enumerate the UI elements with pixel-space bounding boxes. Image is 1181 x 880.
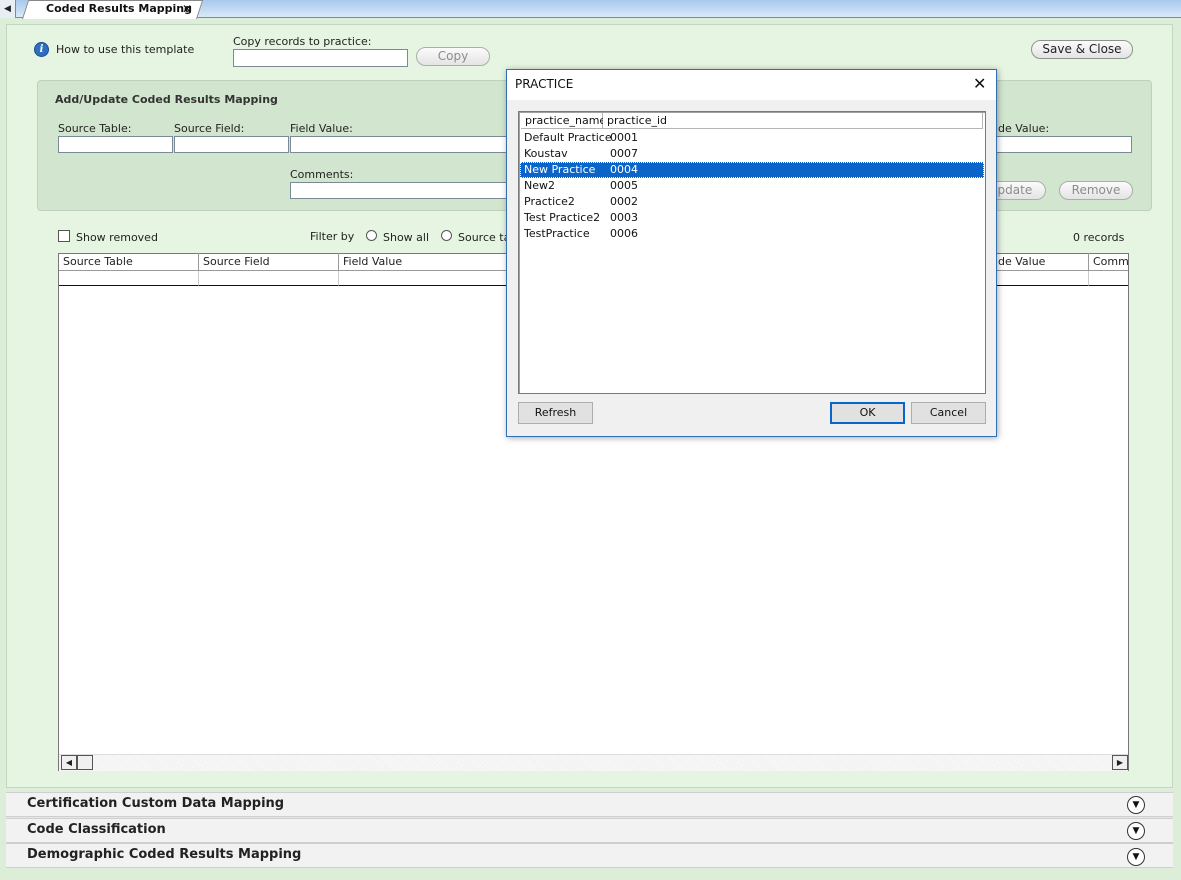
expand-icon[interactable]: ▼ [1127, 822, 1145, 840]
column-header-code-value[interactable]: de Value [994, 253, 1089, 271]
scroll-thumb[interactable] [77, 755, 93, 770]
dialog-title: PRACTICE [515, 77, 574, 91]
list-item[interactable]: Practice2 0002 [520, 194, 984, 210]
list-header-practice-id[interactable]: practice_id [603, 113, 983, 129]
expand-icon[interactable]: ▼ [1127, 796, 1145, 814]
list-item[interactable]: New2 0005 [520, 178, 984, 194]
dialog-close-icon[interactable]: ✕ [973, 74, 986, 93]
source-table-input[interactable] [58, 136, 173, 153]
how-to-link[interactable]: How to use this template [56, 43, 194, 56]
copy-button[interactable]: Copy [416, 47, 490, 66]
practice-id: 0002 [610, 195, 638, 208]
copy-records-label: Copy records to practice: [233, 35, 372, 48]
practice-id: 0006 [610, 227, 638, 240]
column-header-source-field[interactable]: Source Field [199, 253, 339, 271]
practice-name: New2 [524, 179, 555, 192]
column-header-field-value[interactable]: Field Value [339, 253, 509, 271]
comments-label: Comments: [290, 168, 354, 181]
remove-button[interactable]: Remove [1059, 181, 1133, 200]
grid-filter-cell[interactable] [199, 271, 339, 286]
accordion-title[interactable]: Certification Custom Data Mapping [27, 796, 284, 811]
code-value-input[interactable] [996, 136, 1132, 153]
add-update-title: Add/Update Coded Results Mapping [55, 93, 278, 106]
refresh-button[interactable]: Refresh [518, 402, 593, 424]
source-table-filter-label: Source ta [458, 231, 511, 244]
practice-name: Practice2 [524, 195, 575, 208]
field-value-label: Field Value: [290, 122, 353, 135]
practice-name: Default Practice [524, 131, 612, 144]
practice-id: 0004 [610, 163, 638, 176]
practice-id: 0005 [610, 179, 638, 192]
copy-practice-input[interactable] [233, 49, 408, 67]
grid-filter-cell[interactable] [59, 271, 199, 286]
info-icon[interactable]: i [34, 42, 49, 57]
source-field-input[interactable] [174, 136, 289, 153]
column-header-source-table[interactable]: Source Table [59, 253, 199, 271]
list-item[interactable]: New Practice 0004 [520, 162, 984, 178]
source-table-label: Source Table: [58, 122, 132, 135]
show-all-radio[interactable] [366, 230, 377, 241]
scroll-left-icon[interactable]: ◀ [61, 755, 77, 770]
show-removed-checkbox[interactable] [58, 230, 70, 242]
save-close-button[interactable]: Save & Close [1031, 40, 1133, 59]
expand-icon[interactable]: ▼ [1127, 848, 1145, 866]
list-item[interactable]: Default Practice 0001 [520, 130, 984, 146]
field-value-input[interactable] [290, 136, 510, 153]
practice-id: 0001 [610, 131, 638, 144]
dialog-titlebar[interactable] [507, 70, 996, 100]
source-table-radio[interactable] [441, 230, 452, 241]
grid-filter-cell[interactable] [994, 271, 1089, 286]
filter-by-label: Filter by [310, 230, 355, 243]
ok-button[interactable]: OK [830, 402, 905, 424]
list-item[interactable]: Koustav 0007 [520, 146, 984, 162]
show-all-label: Show all [383, 231, 430, 244]
accordion-title[interactable]: Demographic Coded Results Mapping [27, 847, 301, 862]
list-header-practice-name[interactable]: practice_name [521, 113, 606, 129]
grid-filter-cell[interactable] [339, 271, 509, 286]
accordion-code-classification[interactable] [6, 818, 1173, 843]
column-header-comments[interactable]: Comme [1089, 253, 1128, 271]
list-item[interactable]: TestPractice 0006 [520, 226, 984, 242]
practice-name: New Practice [524, 163, 596, 176]
practice-id: 0007 [610, 147, 638, 160]
tab-scroll-left-icon[interactable]: ◀ [0, 0, 16, 18]
accordion-title[interactable]: Code Classification [27, 822, 166, 837]
grid-filter-cell[interactable] [1089, 271, 1128, 286]
tab-close-icon[interactable]: ✕ [182, 2, 192, 16]
record-count: 0 records [1073, 231, 1125, 244]
cancel-button[interactable]: Cancel [911, 402, 986, 424]
show-removed-label: Show removed [76, 231, 158, 244]
practice-name: TestPractice [524, 227, 590, 240]
practice-id: 0003 [610, 211, 638, 224]
tab-label[interactable]: Coded Results Mapping [46, 2, 192, 15]
scroll-right-icon[interactable]: ▶ [1112, 755, 1128, 770]
practice-name: Koustav [524, 147, 568, 160]
code-value-label: de Value: [998, 122, 1050, 135]
comments-input[interactable] [290, 182, 510, 199]
source-field-label: Source Field: [174, 122, 245, 135]
list-item[interactable]: Test Practice2 0003 [520, 210, 984, 226]
practice-name: Test Practice2 [524, 211, 601, 224]
horizontal-scrollbar[interactable] [59, 754, 1128, 771]
